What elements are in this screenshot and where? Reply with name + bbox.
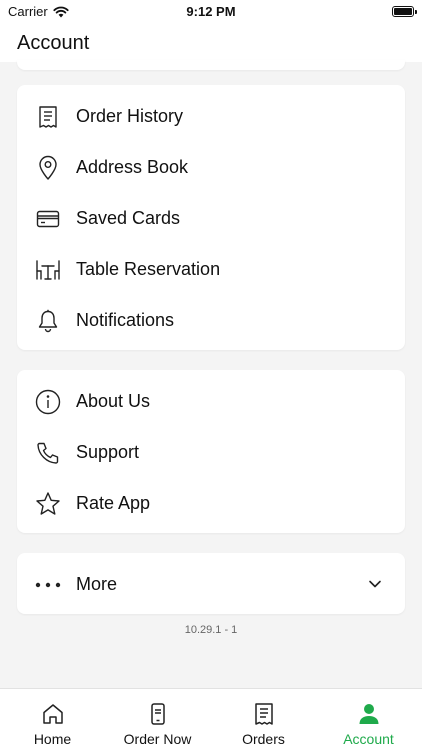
menu-item-label: Notifications (76, 310, 175, 330)
tab-label: Home (33, 731, 72, 747)
receipt-icon (252, 702, 276, 726)
menu-item-rate-app[interactable]: Rate App (17, 478, 405, 528)
status-bar: Carrier 9:12 PM (0, 0, 422, 24)
profile-card-edge (17, 60, 405, 70)
order-phone-icon (146, 702, 170, 726)
menu-item-support[interactable]: Support (17, 427, 405, 477)
more-card: More (17, 553, 405, 614)
tab-order-now[interactable]: Order Now (105, 689, 210, 751)
ellipsis-icon (35, 572, 61, 598)
menu-item-table-reservation[interactable]: Table Reservation (17, 244, 405, 294)
menu-item-label: Rate App (76, 493, 151, 513)
menu-item-order-history[interactable]: Order History (17, 91, 405, 141)
tab-bar: Home Order Now Orders Account (0, 688, 422, 751)
tab-orders[interactable]: Orders (211, 689, 316, 751)
account-menu-card: Order History Address Book Saved Cards T… (17, 85, 405, 350)
receipt-icon (35, 104, 61, 130)
tab-label: Orders (242, 731, 285, 747)
star-icon (35, 491, 61, 517)
battery-icon (392, 6, 417, 17)
info-menu-card: About Us Support Rate App (17, 370, 405, 533)
bell-icon (35, 308, 61, 334)
page-title: Account (17, 32, 90, 54)
menu-item-address-book[interactable]: Address Book (17, 142, 405, 192)
status-time: 9:12 PM (186, 4, 236, 19)
tab-home[interactable]: Home (0, 689, 105, 751)
credit-card-icon (35, 206, 61, 232)
tab-account[interactable]: Account (316, 689, 421, 751)
menu-item-label: Order History (76, 106, 184, 126)
app-version: 10.29.1 - 1 (184, 624, 238, 636)
person-icon (357, 702, 381, 726)
tab-label: Order Now (123, 731, 192, 747)
nav-header: Account (0, 24, 422, 62)
menu-item-label: More (76, 574, 118, 594)
menu-item-more[interactable]: More (17, 559, 405, 609)
home-icon (41, 702, 65, 726)
menu-item-label: Saved Cards (76, 208, 181, 228)
tab-label: Account (343, 731, 394, 747)
menu-item-label: Support (76, 442, 140, 462)
menu-item-label: Table Reservation (76, 259, 221, 279)
table-chairs-icon (35, 257, 61, 283)
chevron-down-icon (367, 576, 383, 592)
menu-item-notifications[interactable]: Notifications (17, 295, 405, 345)
map-pin-icon (35, 155, 61, 181)
phone-icon (35, 440, 61, 466)
menu-item-about-us[interactable]: About Us (17, 376, 405, 426)
menu-item-saved-cards[interactable]: Saved Cards (17, 193, 405, 243)
info-icon (35, 389, 61, 415)
menu-item-label: About Us (76, 391, 151, 411)
menu-item-label: Address Book (76, 157, 189, 177)
